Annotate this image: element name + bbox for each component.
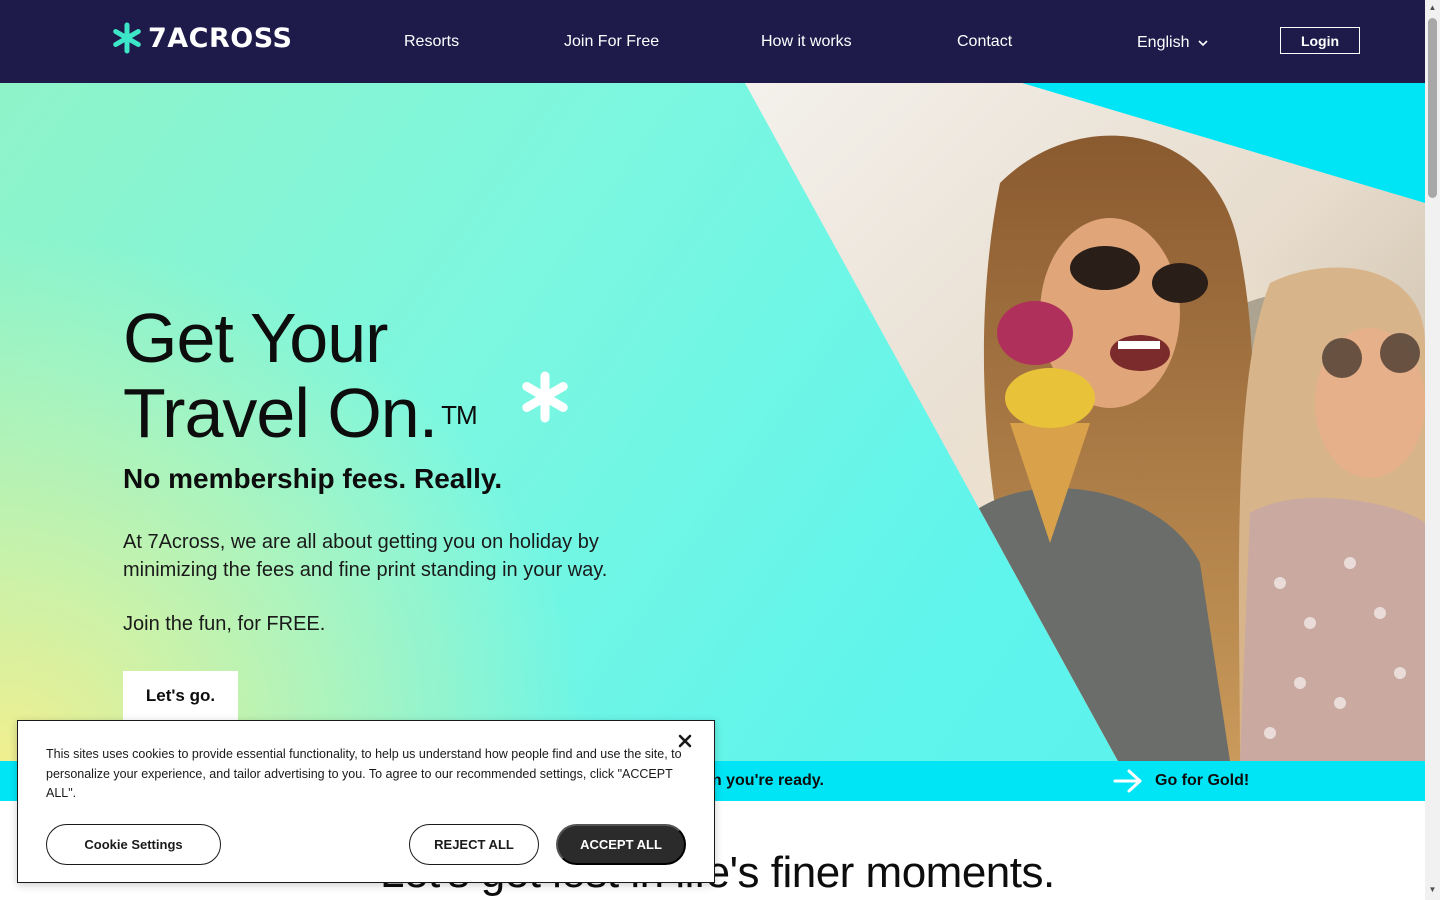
hero-title-line1: Get Your (123, 299, 388, 377)
scrollbar-thumb[interactable] (1428, 18, 1437, 198)
nav-how-it-works[interactable]: How it works (761, 33, 852, 51)
site-header: 7ACROSS Resorts Join For Free How it wor… (0, 0, 1425, 83)
reject-all-button[interactable]: REJECT ALL (409, 824, 539, 865)
hero-title: Get Your Travel On. TM (123, 299, 478, 452)
go-for-gold-link[interactable]: Go for Gold! (1113, 768, 1249, 794)
hero-title-line2: Travel On. TM (123, 374, 478, 452)
hero-section: Get Your Travel On. TM No membership fees… (0, 83, 1425, 761)
hero-title-line2-text: Travel On. (123, 374, 438, 452)
go-for-gold-label: Go for Gold! (1155, 772, 1250, 789)
nav-join-for-free[interactable]: Join For Free (564, 33, 659, 51)
hero-join-text: Join the fun, for FREE. (123, 613, 326, 635)
language-selector[interactable]: English (1137, 34, 1209, 52)
cookie-settings-button[interactable]: Cookie Settings (46, 824, 221, 865)
scroll-down-arrow-icon[interactable]: ▼ (1428, 886, 1437, 894)
promo-strip-text: en you're ready. (703, 772, 824, 789)
nav-resorts[interactable]: Resorts (404, 33, 459, 51)
hero-subtitle: No membership fees. Really. (123, 463, 503, 494)
accept-all-button[interactable]: ACCEPT ALL (556, 824, 686, 865)
logo-wordmark: 7ACROSS (148, 22, 293, 54)
hero-description: At 7Across, we are all about getting you… (123, 531, 608, 581)
login-button[interactable]: Login (1280, 27, 1360, 54)
site-logo[interactable]: 7ACROSS (111, 22, 292, 54)
language-label: English (1137, 34, 1190, 51)
cookie-consent-dialog: This sites uses cookies to provide essen… (17, 720, 715, 883)
cookie-message: This sites uses cookies to provide essen… (46, 747, 682, 800)
nav-contact[interactable]: Contact (957, 33, 1012, 51)
trademark-mark: TM (441, 400, 478, 430)
lets-go-button[interactable]: Let's go. (123, 671, 238, 721)
chevron-down-icon (1198, 40, 1209, 47)
arrow-right-icon (1113, 769, 1142, 793)
scroll-up-arrow-icon[interactable]: ▲ (1428, 4, 1437, 12)
page-scrollbar[interactable]: ▲ ▼ (1425, 0, 1440, 900)
asterisk-logo-icon (113, 22, 141, 54)
asterisk-decor-icon (522, 371, 568, 423)
